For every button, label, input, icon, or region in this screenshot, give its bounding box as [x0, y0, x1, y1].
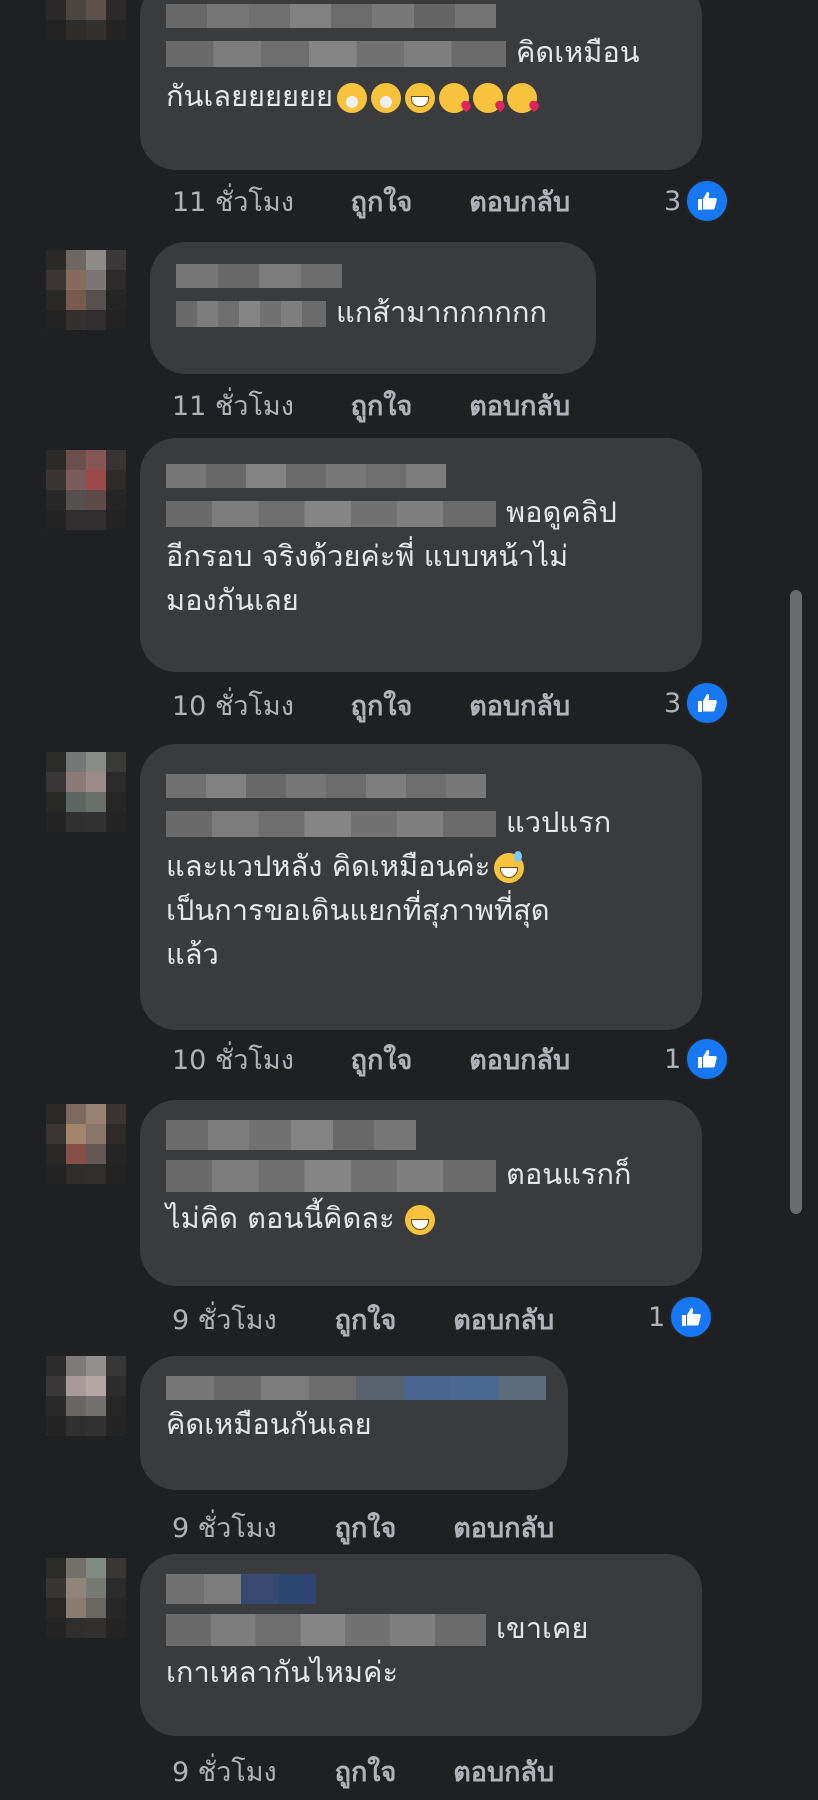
comment-bubble: แวปแรก และแวปหลัง คิดเหมือนค่ะ เป็นการขอ… — [140, 744, 702, 1030]
blurred-author-name — [166, 774, 486, 798]
blurred-text — [166, 501, 496, 527]
blurred-author-name — [166, 464, 446, 488]
blurred-text — [166, 1160, 496, 1192]
reaction-number: 1 — [648, 1301, 666, 1333]
reaction-count[interactable]: 1 — [664, 1036, 730, 1082]
yawning-face-emoji — [371, 83, 402, 113]
scrollbar-thumb[interactable] — [790, 590, 802, 1214]
comment-actions: 10 ชั่วโมง ถูกใจ ตอบกลับ — [172, 1038, 570, 1081]
grinning-face-with-sweat-emoji — [494, 851, 525, 883]
blurred-author-name — [166, 1574, 316, 1604]
thumbs-up-icon — [685, 179, 730, 223]
reaction-count[interactable]: 3 — [664, 178, 730, 224]
comment-bubble: พอดูคลิป อีกรอบ จริงด้วยค่ะพี่ แบบหน้าไม… — [140, 438, 702, 672]
grinning-face-emoji — [405, 83, 436, 113]
thumbs-up-icon — [685, 681, 730, 725]
blurred-text — [166, 811, 496, 837]
comment-actions: 11 ชั่วโมง ถูกใจ ตอบกลับ — [172, 180, 570, 223]
blurred-author-name — [166, 1120, 416, 1150]
comment-timestamp[interactable]: 11 ชั่วโมง — [172, 384, 322, 427]
reply-button[interactable]: ตอบกลับ — [469, 180, 570, 223]
reaction-count[interactable]: 3 — [664, 680, 730, 726]
comment-text-line: และแวปหลัง คิดเหมือนค่ะ — [166, 844, 674, 888]
reaction-number: 3 — [664, 185, 682, 217]
reaction-count[interactable]: 1 — [648, 1294, 714, 1340]
comment-bubble: คิดเหมือน กันเลยยยยยย — [140, 0, 702, 170]
comment-text-line: แวปแรก — [166, 800, 674, 844]
avatar[interactable] — [46, 752, 126, 832]
avatar[interactable] — [46, 1356, 126, 1436]
comment-timestamp[interactable]: 9 ชั่วโมง — [172, 1750, 306, 1793]
like-button[interactable]: ถูกใจ — [335, 1506, 445, 1549]
comment-text-line: กันเลยยยยยย — [166, 74, 674, 118]
reply-button[interactable]: ตอบกลับ — [469, 684, 570, 727]
reply-button[interactable]: ตอบกลับ — [453, 1750, 554, 1793]
face-blowing-kiss-emoji — [507, 83, 538, 113]
face-blowing-kiss-emoji — [439, 83, 470, 113]
like-button[interactable]: ถูกใจ — [335, 1750, 445, 1793]
comment-text-line: เกาเหลากันไหมค่ะ — [166, 1655, 399, 1689]
comment-actions: 10 ชั่วโมง ถูกใจ ตอบกลับ — [172, 684, 570, 727]
comment-text-line: อีกรอบ จริงด้วยค่ะพี่ แบบหน้าไม่ — [166, 539, 569, 573]
reply-button[interactable]: ตอบกลับ — [469, 384, 570, 427]
smiling-face-emoji — [404, 1205, 435, 1235]
reply-button[interactable]: ตอบกลับ — [453, 1298, 554, 1341]
blurred-author-name — [166, 4, 496, 28]
yawning-face-emoji — [337, 83, 368, 113]
comment-text-line: ตอนแรกก็ — [166, 1152, 674, 1196]
comment-text-line: แกส้ามากกกกกก — [176, 290, 568, 334]
comment-actions: 11 ชั่วโมง ถูกใจ ตอบกลับ — [172, 384, 570, 427]
comment-bubble: ตอนแรกก็ ไม่คิด ตอนนี้คิดละ — [140, 1100, 702, 1286]
comment-timestamp[interactable]: 10 ชั่วโมง — [172, 1038, 322, 1081]
like-button[interactable]: ถูกใจ — [351, 684, 461, 727]
avatar[interactable] — [46, 1558, 126, 1638]
like-button[interactable]: ถูกใจ — [351, 180, 461, 223]
comment-text-line: แล้ว — [166, 937, 219, 971]
comment-text-line: เขาเคย — [166, 1606, 674, 1650]
comment-bubble: คิดเหมือนกันเลย — [140, 1356, 568, 1490]
like-button[interactable]: ถูกใจ — [335, 1298, 445, 1341]
blurred-text — [166, 41, 506, 67]
comment-timestamp[interactable]: 9 ชั่วโมง — [172, 1298, 306, 1341]
blurred-author-name — [166, 1376, 546, 1400]
avatar[interactable] — [46, 1104, 126, 1184]
comment-text-line: มองกันเลย — [166, 583, 299, 617]
avatar[interactable] — [46, 450, 126, 530]
like-button[interactable]: ถูกใจ — [351, 1038, 461, 1081]
comment-timestamp[interactable]: 11 ชั่วโมง — [172, 180, 322, 223]
comment-actions: 9 ชั่วโมง ถูกใจ ตอบกลับ — [172, 1506, 554, 1549]
comment-text-line: คิดเหมือน — [166, 30, 674, 74]
thumbs-up-icon — [685, 1037, 730, 1081]
blurred-text — [166, 1614, 486, 1646]
comment-timestamp[interactable]: 10 ชั่วโมง — [172, 684, 322, 727]
comment-text-line: พอดูคลิป — [166, 490, 674, 534]
like-button[interactable]: ถูกใจ — [351, 384, 461, 427]
comment-text-line: ไม่คิด ตอนนี้คิดละ — [166, 1196, 674, 1240]
comment-bubble: เขาเคย เกาเหลากันไหมค่ะ — [140, 1554, 702, 1736]
comment-text-line: เป็นการขอเดินแยกที่สุภาพที่สุด — [166, 893, 550, 927]
reply-button[interactable]: ตอบกลับ — [469, 1038, 570, 1081]
comment-text-line: คิดเหมือนกันเลย — [166, 1407, 372, 1441]
comment-timestamp[interactable]: 9 ชั่วโมง — [172, 1506, 306, 1549]
reaction-number: 1 — [664, 1043, 682, 1075]
face-blowing-kiss-emoji — [473, 83, 504, 113]
blurred-text — [176, 301, 326, 327]
comment-bubble: แกส้ามากกกกกก — [150, 242, 596, 374]
blurred-author-name — [176, 264, 342, 288]
avatar[interactable] — [46, 0, 126, 40]
reaction-number: 3 — [664, 687, 682, 719]
reply-button[interactable]: ตอบกลับ — [453, 1506, 554, 1549]
comment-actions: 9 ชั่วโมง ถูกใจ ตอบกลับ — [172, 1750, 554, 1793]
avatar[interactable] — [46, 250, 126, 330]
thumbs-up-icon — [669, 1295, 714, 1339]
comment-actions: 9 ชั่วโมง ถูกใจ ตอบกลับ — [172, 1298, 554, 1341]
